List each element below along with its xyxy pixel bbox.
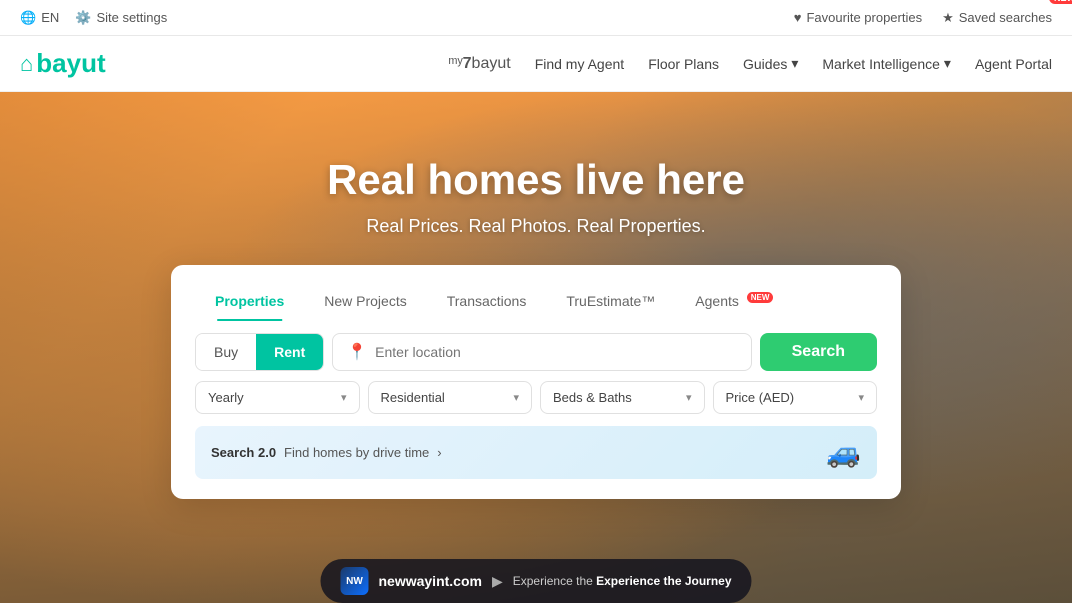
guides-label: Guides xyxy=(743,56,787,72)
filter-row: Yearly ▾ Residential ▾ Beds & Baths ▾ Pr… xyxy=(195,381,877,414)
logo[interactable]: ⌂ bayut xyxy=(20,48,106,79)
tab-agents[interactable]: Agents NEW xyxy=(675,285,793,317)
beds-baths-chevron: ▾ xyxy=(686,391,692,404)
language-label: EN xyxy=(41,10,59,25)
search20-label: Search 2.0 xyxy=(211,445,276,460)
bottom-banner: NW newwayint.com ▶ Experience the Experi… xyxy=(320,559,751,603)
tab-transactions[interactable]: Transactions xyxy=(427,285,547,317)
yearly-label: Yearly xyxy=(208,390,244,405)
nw-badge: NW xyxy=(340,567,368,595)
search20-left: Search 2.0 Find homes by drive time › xyxy=(211,445,442,460)
logo-text: bayut xyxy=(36,48,105,79)
top-bar: 🌐 EN ⚙️ Site settings ♥ Favourite proper… xyxy=(0,0,1072,36)
site-settings-label: Site settings xyxy=(96,10,167,25)
residential-label: Residential xyxy=(381,390,445,405)
tab-properties[interactable]: Properties xyxy=(195,285,304,317)
buy-rent-toggle: Buy Rent xyxy=(195,333,324,371)
bottom-tagline: Experience the Experience the Journey xyxy=(513,574,732,588)
search-row: Buy Rent 📍 Search xyxy=(195,333,877,371)
hero-subtitle: Real Prices. Real Photos. Real Propertie… xyxy=(366,216,705,237)
agent-portal-label: Agent Portal xyxy=(975,56,1052,72)
mybayut-logo: ᵐʸ7bayut xyxy=(448,55,510,73)
search20-banner[interactable]: Search 2.0 Find homes by drive time › 🚙 xyxy=(195,426,877,479)
location-pin-icon: 📍 xyxy=(347,342,367,362)
gear-icon: ⚙️ xyxy=(75,10,91,26)
location-input-wrap[interactable]: 📍 xyxy=(332,333,751,371)
nav-guides[interactable]: Guides ▾ xyxy=(743,55,798,72)
yearly-chevron: ▾ xyxy=(341,391,347,404)
search20-arrow: › xyxy=(437,445,441,460)
hero-section: Real homes live here Real Prices. Real P… xyxy=(0,92,1072,603)
globe-icon: 🌐 xyxy=(20,10,36,26)
hero-title: Real homes live here xyxy=(327,156,745,204)
favourite-label: Favourite properties xyxy=(806,10,922,25)
yearly-filter[interactable]: Yearly ▾ xyxy=(195,381,360,414)
language-selector[interactable]: 🌐 EN xyxy=(20,10,59,26)
nav-agent-portal[interactable]: Agent Portal xyxy=(975,56,1052,72)
buy-button[interactable]: Buy xyxy=(196,334,256,370)
agents-new-badge: NEW xyxy=(747,292,774,303)
nav-find-agent[interactable]: Find my Agent NEW xyxy=(535,56,625,72)
car-icon: 🚙 xyxy=(826,436,861,469)
tab-new-projects[interactable]: New Projects xyxy=(304,285,426,317)
price-filter[interactable]: Price (AED) ▾ xyxy=(713,381,878,414)
find-agent-new-badge: NEW xyxy=(1049,0,1072,4)
search-button[interactable]: Search xyxy=(760,333,877,371)
beds-baths-label: Beds & Baths xyxy=(553,390,632,405)
residential-chevron: ▾ xyxy=(513,391,519,404)
nav-links: ᵐʸ7bayut Find my Agent NEW Floor Plans G… xyxy=(448,55,1052,73)
tab-truestimate[interactable]: TruEstimate™ xyxy=(546,285,675,317)
floor-plans-label: Floor Plans xyxy=(648,56,719,72)
price-chevron: ▾ xyxy=(858,391,864,404)
beds-baths-filter[interactable]: Beds & Baths ▾ xyxy=(540,381,705,414)
nav-floor-plans[interactable]: Floor Plans xyxy=(648,56,719,72)
saved-label: Saved searches xyxy=(959,10,1052,25)
site-name: newwayint.com xyxy=(378,573,481,589)
logo-icon: ⌂ xyxy=(20,51,33,77)
top-bar-right: ♥ Favourite properties ★ Saved searches xyxy=(794,10,1052,26)
nav-mybayut[interactable]: ᵐʸ7bayut xyxy=(448,55,510,73)
market-intel-label: Market Intelligence xyxy=(822,56,940,72)
find-agent-label: Find my Agent xyxy=(535,56,625,72)
location-input[interactable] xyxy=(375,344,736,360)
star-icon: ★ xyxy=(942,10,954,26)
residential-filter[interactable]: Residential ▾ xyxy=(368,381,533,414)
saved-searches[interactable]: ★ Saved searches xyxy=(942,10,1052,26)
guides-chevron: ▾ xyxy=(791,55,798,72)
play-icon[interactable]: ▶ xyxy=(492,573,503,590)
top-bar-left: 🌐 EN ⚙️ Site settings xyxy=(20,10,167,26)
favourite-properties[interactable]: ♥ Favourite properties xyxy=(794,10,922,25)
rent-button[interactable]: Rent xyxy=(256,334,323,370)
nav-bar: ⌂ bayut ᵐʸ7bayut Find my Agent NEW Floor… xyxy=(0,36,1072,92)
heart-icon: ♥ xyxy=(794,10,802,25)
search-tabs: Properties New Projects Transactions Tru… xyxy=(195,285,877,317)
site-settings[interactable]: ⚙️ Site settings xyxy=(75,10,167,26)
search20-text: Find homes by drive time xyxy=(284,445,429,460)
price-label: Price (AED) xyxy=(726,390,795,405)
market-intel-chevron: ▾ xyxy=(944,55,951,72)
nw-label: NW xyxy=(346,576,363,587)
hero-content: Real homes live here Real Prices. Real P… xyxy=(171,156,901,499)
search-card: Properties New Projects Transactions Tru… xyxy=(171,265,901,499)
nav-market-intelligence[interactable]: Market Intelligence ▾ xyxy=(822,55,951,72)
